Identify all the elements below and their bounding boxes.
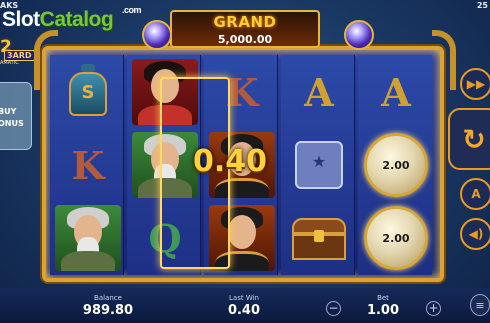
slotcatalog-watermark: SlotCatalog .com xyxy=(2,5,142,32)
reel-cell: ★ xyxy=(284,130,354,200)
balance-value: 989.80 xyxy=(82,303,134,318)
bet-label: Bet xyxy=(377,294,389,302)
balance-label: Balance xyxy=(94,294,122,302)
coin-value: 2.00 xyxy=(382,158,410,172)
symbol-a: A xyxy=(381,69,411,115)
buy-bonus-line2: ONUS xyxy=(0,119,24,128)
reel-cell: A xyxy=(284,57,354,127)
scroll-icon: ★ xyxy=(292,137,346,193)
reel-column: A 2.00 2.00 xyxy=(358,55,432,275)
symbol-k: K xyxy=(71,142,105,188)
bet-value: 1.00 xyxy=(366,303,400,318)
grand-title: GRAND xyxy=(213,13,277,31)
buy-bonus-button[interactable]: BUY ONUS xyxy=(0,82,32,150)
bell-icon: S xyxy=(65,64,111,120)
orb-right-icon xyxy=(344,20,374,50)
chest-icon xyxy=(290,214,348,262)
reel-column: S K xyxy=(50,55,124,275)
autoplay-button[interactable]: A xyxy=(460,178,490,210)
last-win-label: Last Win xyxy=(229,294,259,302)
bottom-bar: Balance 989.80 Last Win 0.40 − Bet 1.00 … xyxy=(0,288,490,323)
spin-arrows-icon: ↻ xyxy=(462,122,486,156)
win-amount: 0.40 xyxy=(193,144,268,179)
orb-left-icon xyxy=(142,20,172,50)
bet-decrease-button[interactable]: − xyxy=(326,301,341,316)
reel-cell: K xyxy=(53,130,123,200)
reel-cell: A xyxy=(361,57,431,127)
speaker-icon: ◀) xyxy=(468,227,484,241)
symbol-a: A xyxy=(304,69,334,115)
watermark-part2: Catalog xyxy=(39,8,114,31)
buy-bonus-line1: BUY xyxy=(0,107,17,116)
last-win-value: 0.40 xyxy=(227,303,261,318)
grand-jackpot: GRAND 5,000.00 xyxy=(170,10,320,48)
coins-stack-icon: ≡ xyxy=(475,298,485,312)
sound-button[interactable]: ◀) xyxy=(460,218,490,250)
reel-cell xyxy=(284,203,354,273)
coin-value: 2.00 xyxy=(382,231,410,245)
watermark-part1: Slot xyxy=(2,8,40,31)
reel-cell: S xyxy=(53,57,123,127)
reel-column: A ★ xyxy=(281,55,355,275)
logo-sub: AMATIC xyxy=(0,60,19,66)
sage-portrait-symbol xyxy=(55,205,121,271)
autoplay-icon: A xyxy=(471,187,481,201)
reel-cell: 2.00 xyxy=(361,203,431,273)
clock: 25 xyxy=(476,1,488,10)
grand-value: 5,000.00 xyxy=(217,33,273,46)
symbol-k: K xyxy=(225,69,259,115)
menu-button[interactable]: ≡ xyxy=(470,294,490,316)
watermark-suffix: .com xyxy=(122,5,142,15)
turbo-button[interactable]: ▶▶ xyxy=(460,68,490,100)
bet-increase-button[interactable]: + xyxy=(426,301,441,316)
reel-cell xyxy=(53,203,123,273)
fast-forward-icon: ▶▶ xyxy=(466,77,486,91)
coin-symbol: 2.00 xyxy=(364,206,428,270)
reel-cell: 2.00 xyxy=(361,130,431,200)
spin-button[interactable]: ↻ xyxy=(448,108,490,170)
coin-symbol: 2.00 xyxy=(364,133,428,197)
